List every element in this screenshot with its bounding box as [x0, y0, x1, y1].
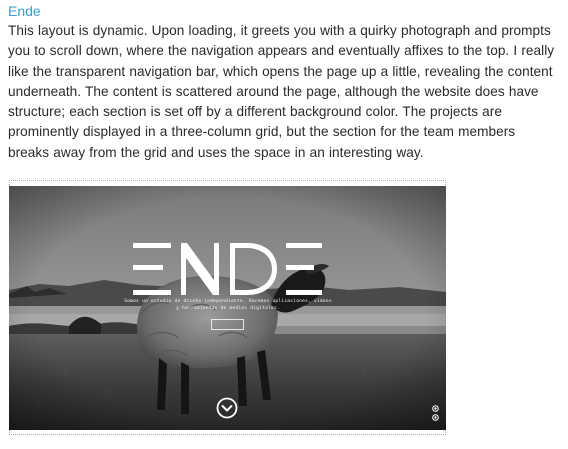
tagline-line-1: Somos un estudio de diseño independiente… [124, 299, 332, 304]
chevron-down-circle-icon[interactable] [216, 397, 238, 419]
cta-box-outline[interactable] [211, 319, 244, 330]
tagline: Somos un estudio de diseño independiente… [123, 298, 333, 312]
website-screenshot[interactable]: Somos un estudio de diseño independiente… [9, 186, 446, 430]
article-description: This layout is dynamic. Upon loading, it… [8, 23, 555, 160]
tagline-line-2: y herramientas de medios digitales. [176, 306, 280, 311]
dot-icon[interactable] [432, 414, 439, 421]
dot-icon[interactable] [432, 405, 439, 412]
ende-logo [133, 243, 322, 295]
article: Ende This layout is dynamic. Upon loadin… [8, 3, 560, 163]
article-title-link[interactable]: Ende [8, 3, 41, 20]
